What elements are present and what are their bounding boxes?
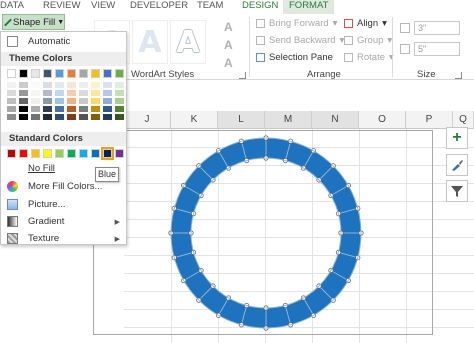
shape-fill-label: Shape Fill — [13, 16, 56, 28]
theme-color-shade[interactable] — [67, 90, 76, 96]
standard-color-swatch[interactable] — [115, 149, 124, 158]
theme-color-swatch[interactable] — [115, 69, 124, 78]
theme-color-shade[interactable] — [19, 90, 28, 96]
color-wheel-icon — [7, 181, 18, 192]
theme-color-swatch[interactable] — [67, 69, 76, 78]
theme-color-shade[interactable] — [43, 90, 52, 96]
theme-color-shade[interactable] — [115, 114, 124, 120]
theme-color-shade[interactable] — [67, 106, 76, 112]
theme-color-shade[interactable] — [115, 82, 124, 88]
theme-color-shade[interactable] — [55, 106, 64, 112]
chart-styles-button[interactable] — [446, 154, 468, 176]
menu-item-texture[interactable]: Texture ▶ — [1, 230, 126, 247]
theme-color-shade[interactable] — [115, 106, 124, 112]
theme-color-shade[interactable] — [31, 90, 40, 96]
menu-item-picture[interactable]: Picture... — [1, 196, 126, 213]
theme-color-shade[interactable] — [79, 114, 88, 120]
theme-color-shade[interactable] — [7, 114, 16, 120]
theme-color-shade[interactable] — [19, 98, 28, 104]
theme-color-swatch[interactable] — [7, 69, 16, 78]
theme-color-shade[interactable] — [91, 82, 100, 88]
theme-color-swatch[interactable] — [43, 69, 52, 78]
chart-filters-button[interactable] — [446, 180, 468, 202]
theme-color-shade[interactable] — [103, 98, 112, 104]
theme-color-shade[interactable] — [7, 82, 16, 88]
menu-item-automatic[interactable]: Automatic — [1, 33, 126, 50]
picture-icon — [7, 199, 18, 210]
standard-color-swatch[interactable] — [55, 149, 64, 158]
standard-color-swatch[interactable] — [101, 147, 114, 160]
theme-color-shade[interactable] — [91, 98, 100, 104]
standard-color-swatch[interactable] — [19, 149, 28, 158]
theme-color-shade[interactable] — [55, 90, 64, 96]
theme-color-swatch[interactable] — [55, 69, 64, 78]
theme-color-shade[interactable] — [31, 114, 40, 120]
theme-color-swatch[interactable] — [103, 69, 112, 78]
theme-color-shade[interactable] — [79, 106, 88, 112]
theme-color-shade[interactable] — [43, 106, 52, 112]
texture-icon — [7, 233, 18, 244]
color-tooltip: Blue — [95, 167, 119, 182]
theme-color-shade[interactable] — [103, 114, 112, 120]
theme-color-swatch[interactable] — [31, 69, 40, 78]
theme-color-shade[interactable] — [115, 98, 124, 104]
standard-color-swatch[interactable] — [43, 149, 52, 158]
theme-color-shade[interactable] — [79, 90, 88, 96]
chevron-down-icon: ▼ — [57, 18, 65, 26]
theme-color-shade[interactable] — [31, 98, 40, 104]
theme-color-shade[interactable] — [43, 98, 52, 104]
theme-color-shade[interactable] — [7, 106, 16, 112]
theme-colors-header: Theme Colors — [1, 52, 126, 66]
theme-color-shade[interactable] — [103, 82, 112, 88]
gradient-icon — [7, 216, 18, 227]
theme-color-shade[interactable] — [55, 114, 64, 120]
menu-item-gradient[interactable]: Gradient ▶ — [1, 213, 126, 230]
theme-color-swatch[interactable] — [79, 69, 88, 78]
theme-color-shade[interactable] — [31, 106, 40, 112]
standard-colors-header: Standard Colors — [1, 132, 126, 146]
standard-color-swatch[interactable] — [91, 149, 100, 158]
theme-color-shade[interactable] — [19, 114, 28, 120]
standard-color-swatch[interactable] — [7, 149, 16, 158]
theme-color-shade[interactable] — [7, 98, 16, 104]
standard-color-swatch[interactable] — [79, 149, 88, 158]
theme-color-shade[interactable] — [67, 82, 76, 88]
theme-color-shade[interactable] — [103, 90, 112, 96]
theme-color-shade[interactable] — [103, 106, 112, 112]
theme-color-swatch[interactable] — [91, 69, 100, 78]
theme-color-shade[interactable] — [7, 90, 16, 96]
theme-color-shade[interactable] — [67, 114, 76, 120]
theme-color-shade[interactable] — [67, 98, 76, 104]
theme-color-swatch[interactable] — [19, 69, 28, 78]
paint-bucket-icon — [4, 18, 12, 26]
theme-color-shade[interactable] — [55, 82, 64, 88]
theme-color-shade[interactable] — [79, 98, 88, 104]
theme-color-shade[interactable] — [91, 90, 100, 96]
plus-icon: + — [452, 129, 462, 146]
theme-color-shade[interactable] — [91, 114, 100, 120]
submenu-arrow-icon: ▶ — [114, 235, 120, 243]
theme-color-shade[interactable] — [43, 82, 52, 88]
shape-fill-button[interactable]: Shape Fill ▼ — [2, 14, 65, 30]
theme-color-shade[interactable] — [19, 82, 28, 88]
ring-group[interactable] — [168, 135, 364, 331]
theme-color-shade[interactable] — [19, 106, 28, 112]
brush-icon — [452, 160, 463, 171]
standard-color-swatch[interactable] — [67, 149, 76, 158]
theme-color-shade[interactable] — [43, 114, 52, 120]
theme-color-shade[interactable] — [79, 82, 88, 88]
chart-elements-button[interactable]: + — [446, 127, 468, 149]
filter-icon — [451, 186, 463, 197]
theme-color-shade[interactable] — [55, 98, 64, 104]
submenu-arrow-icon: ▶ — [114, 218, 120, 226]
theme-color-shade[interactable] — [115, 90, 124, 96]
standard-color-swatch[interactable] — [31, 149, 40, 158]
theme-color-shade[interactable] — [91, 106, 100, 112]
shape-fill-menu: Automatic Theme Colors Standard Colors N… — [0, 31, 127, 245]
automatic-swatch-icon — [7, 36, 18, 47]
theme-color-shade[interactable] — [31, 82, 40, 88]
